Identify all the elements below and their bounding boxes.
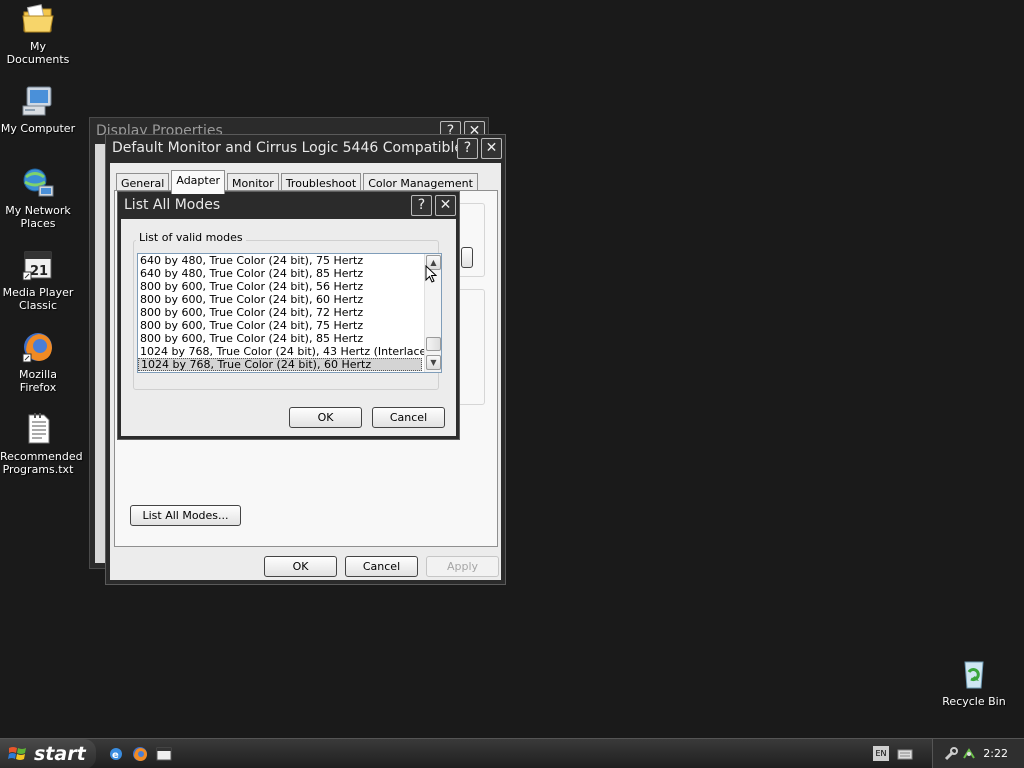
list-all-modes-button[interactable]: List All Modes... xyxy=(130,505,241,526)
scroll-thumb[interactable] xyxy=(426,337,441,351)
desktop-icon-my-computer[interactable]: My Computer xyxy=(0,84,76,135)
tray-network-icon[interactable] xyxy=(961,746,977,762)
ok-button[interactable]: OK xyxy=(289,407,362,428)
quick-launch-ie-icon[interactable]: e xyxy=(108,746,124,762)
desktop-icon-recycle-bin[interactable]: Recycle Bin xyxy=(936,657,1012,708)
help-button[interactable]: ? xyxy=(457,137,478,159)
list-item[interactable]: 800 by 600, True Color (24 bit), 56 Hert… xyxy=(138,280,422,293)
desktop-icon-my-network-places[interactable]: My Network Places xyxy=(0,166,76,230)
close-button[interactable]: ✕ xyxy=(435,194,456,216)
desktop-icon-my-documents[interactable]: My Documents xyxy=(0,2,76,66)
scroll-down-button[interactable]: ▼ xyxy=(426,355,441,370)
chevron-down-icon: ▼ xyxy=(430,358,437,367)
mouse-cursor-icon xyxy=(425,264,438,283)
tray-tool-icon[interactable] xyxy=(943,746,959,762)
list-all-modes-titlebar[interactable]: List All Modes ? ✕ xyxy=(118,192,459,218)
help-button[interactable]: ? xyxy=(411,194,432,216)
list-item[interactable]: 640 by 480, True Color (24 bit), 85 Hert… xyxy=(138,267,422,280)
modes-listbox[interactable]: 640 by 480, True Color (24 bit), 75 Hert… xyxy=(137,253,442,373)
list-item-selected[interactable]: 1024 by 768, True Color (24 bit), 60 Her… xyxy=(138,358,422,371)
desktop-icon-label: My Documents xyxy=(6,40,70,66)
windows-logo-icon xyxy=(8,745,28,763)
ok-button[interactable]: OK xyxy=(264,556,337,577)
cancel-button[interactable]: Cancel xyxy=(372,407,445,428)
list-all-modes-client: List of valid modes 640 by 480, True Col… xyxy=(121,219,456,436)
start-label: start xyxy=(34,743,86,765)
quick-launch-media-player-icon[interactable] xyxy=(156,746,172,762)
text-file-icon xyxy=(21,412,55,446)
desktop-icon-media-player-classic[interactable]: 21 Media Player Classic xyxy=(0,248,76,312)
list-item[interactable]: 800 by 600, True Color (24 bit), 85 Hert… xyxy=(138,332,422,345)
valid-modes-label: List of valid modes xyxy=(136,231,246,244)
list-item[interactable]: 1024 by 768, True Color (24 bit), 43 Her… xyxy=(138,345,438,358)
desktop-icon-label: Media Player Classic xyxy=(2,286,74,312)
cancel-button[interactable]: Cancel xyxy=(345,556,418,577)
taskbar: start e EN 2:22 xyxy=(0,738,1024,768)
desktop-icon-label: My Network Places xyxy=(5,204,71,230)
desktop-icon-recommended-programs[interactable]: Recommended Programs.txt xyxy=(0,412,83,476)
svg-text:e: e xyxy=(112,750,119,761)
media-player-icon: 21 xyxy=(21,248,55,282)
language-indicator[interactable]: EN xyxy=(873,746,889,761)
keyboard-icon[interactable] xyxy=(897,746,913,762)
list-item[interactable]: 800 by 600, True Color (24 bit), 72 Hert… xyxy=(138,306,422,319)
desktop-icon-label: Recommended Programs.txt xyxy=(0,450,83,476)
list-item[interactable]: 640 by 480, True Color (24 bit), 75 Hert… xyxy=(138,254,422,267)
desktop-icon-label: Recycle Bin xyxy=(942,695,1006,708)
start-button[interactable]: start xyxy=(0,739,96,768)
list-item[interactable]: 800 by 600, True Color (24 bit), 60 Hert… xyxy=(138,293,422,306)
recycle-bin-icon xyxy=(957,657,991,691)
system-tray: 2:22 xyxy=(932,739,1024,768)
desktop-icon-label: My Computer xyxy=(0,122,76,135)
list-all-modes-dialog[interactable]: List All Modes ? ✕ List of valid modes 6… xyxy=(117,191,460,440)
network-places-icon xyxy=(21,166,55,200)
apply-button[interactable]: Apply xyxy=(426,556,499,577)
clock[interactable]: 2:22 xyxy=(983,747,1008,760)
desktop-icon-mozilla-firefox[interactable]: Mozilla Firefox xyxy=(0,330,76,394)
monitor-properties-titlebar[interactable]: Default Monitor and Cirrus Logic 5446 Co… xyxy=(106,135,505,161)
firefox-icon xyxy=(21,330,55,364)
quick-launch-firefox-icon[interactable] xyxy=(132,746,148,762)
list-item[interactable]: 800 by 600, True Color (24 bit), 75 Hert… xyxy=(138,319,422,332)
adapter-properties-button[interactable] xyxy=(461,247,473,268)
dialog-title: List All Modes xyxy=(124,197,221,213)
folder-documents-icon xyxy=(21,2,55,36)
window-title: Default Monitor and Cirrus Logic 5446 Co… xyxy=(112,140,457,156)
desktop-icon-label: Mozilla Firefox xyxy=(19,368,57,394)
close-button[interactable]: ✕ xyxy=(481,137,502,159)
tab-adapter[interactable]: Adapter xyxy=(171,170,225,194)
computer-icon xyxy=(21,84,55,118)
svg-text:21: 21 xyxy=(30,264,48,279)
